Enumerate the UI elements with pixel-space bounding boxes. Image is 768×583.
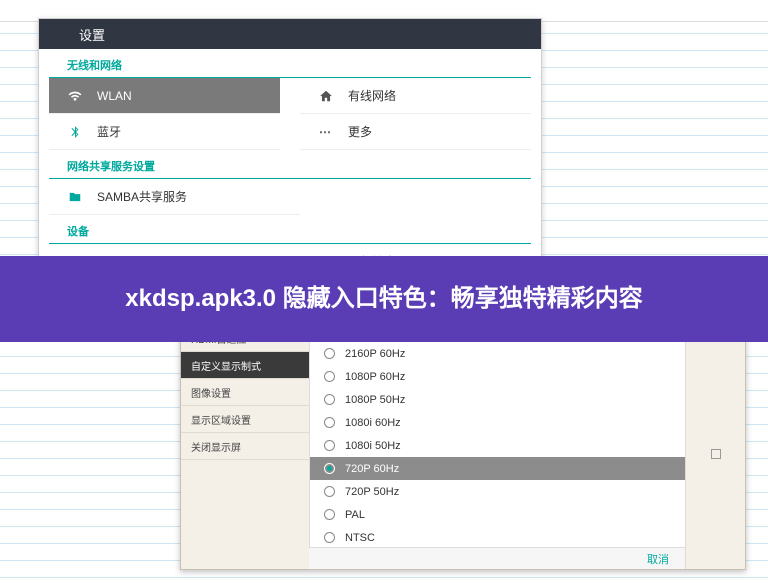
side-item[interactable]: 图像设置 [181, 379, 309, 406]
folder-icon [67, 189, 83, 205]
option-label: NTSC [345, 532, 375, 544]
side-item-selected[interactable]: 自定义显示制式 [181, 352, 309, 379]
confirm-button[interactable]: 取消 [647, 551, 669, 567]
radio-icon [324, 509, 335, 520]
item-label: SAMBA共享服务 [97, 188, 187, 205]
item-label: 蓝牙 [97, 123, 121, 140]
resolution-option[interactable]: 1080i 60Hz [310, 411, 685, 434]
option-label: 1080P 50Hz [345, 394, 405, 406]
item-bluetooth[interactable]: 蓝牙 [49, 114, 280, 150]
overlay-banner: xkdsp.apk3.0 隐藏入口特色：畅享独特精彩内容 [0, 256, 768, 342]
section-header-wireless: 无线和网络 [49, 49, 531, 78]
checkbox[interactable] [711, 449, 721, 459]
resolution-option[interactable]: 1080P 50Hz [310, 388, 685, 411]
radio-icon [324, 394, 335, 405]
radio-icon [324, 417, 335, 428]
option-label: 720P 60Hz [345, 463, 399, 475]
option-label: 1080P 60Hz [345, 371, 405, 383]
banner-text: xkdsp.apk3.0 隐藏入口特色：畅享独特精彩内容 [125, 281, 642, 317]
bluetooth-icon [67, 124, 83, 140]
radio-icon [324, 371, 335, 382]
side-item[interactable]: 显示区域设置 [181, 406, 309, 433]
option-label: PAL [345, 509, 365, 521]
radio-icon [324, 486, 335, 497]
option-label: 1080i 60Hz [345, 417, 401, 429]
option-label: 720P 50Hz [345, 486, 399, 498]
option-label: 1080i 50Hz [345, 440, 401, 452]
section-header-device: 设备 [49, 215, 531, 244]
radio-icon [324, 348, 335, 359]
side-item[interactable]: 关闭显示屏 [181, 433, 309, 460]
item-more[interactable]: ⋯ 更多 [300, 114, 531, 150]
option-label: 2160P 60Hz [345, 348, 405, 360]
item-samba[interactable]: SAMBA共享服务 [49, 179, 300, 215]
dialog-footer: 取消 [309, 547, 685, 569]
section-header-sharing: 网络共享服务设置 [49, 150, 531, 179]
radio-icon [324, 532, 335, 543]
item-label: WLAN [97, 89, 132, 103]
window-title: 设置 [79, 25, 105, 44]
resolution-option[interactable]: 1080P 60Hz [310, 365, 685, 388]
radio-icon [324, 440, 335, 451]
resolution-option[interactable]: 2160P 60Hz [310, 342, 685, 365]
resolution-option[interactable]: 720P 50Hz [310, 480, 685, 503]
item-wlan[interactable]: WLAN [49, 78, 280, 114]
wifi-icon [67, 88, 83, 104]
item-label: 更多 [348, 123, 372, 140]
item-wired[interactable]: 有线网络 [300, 78, 531, 114]
titlebar: 设置 [39, 19, 541, 49]
resolution-option[interactable]: NTSC [310, 526, 685, 549]
resolution-option[interactable]: 720P 60Hz [310, 457, 685, 480]
resolution-option[interactable]: PAL [310, 503, 685, 526]
home-icon [318, 88, 334, 104]
item-label: 有线网络 [348, 87, 396, 104]
more-icon: ⋯ [318, 124, 334, 140]
resolution-option[interactable]: 1080i 50Hz [310, 434, 685, 457]
radio-icon [324, 463, 335, 474]
